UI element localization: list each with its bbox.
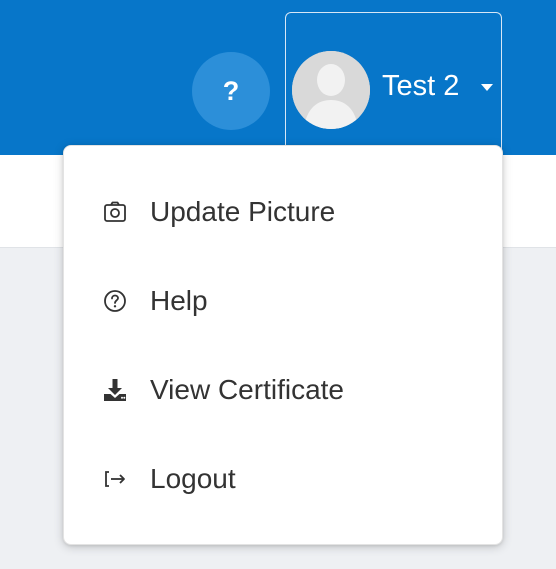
user-menu-trigger[interactable]: Test 2 xyxy=(285,12,502,160)
user-dropdown-menu: Update Picture Help View Certificate Log… xyxy=(63,145,503,545)
menu-item-view-certificate[interactable]: View Certificate xyxy=(64,360,502,420)
menu-item-label: Logout xyxy=(150,463,236,494)
top-header-bar: ? Test 2 xyxy=(0,0,556,160)
help-circle-icon xyxy=(102,288,128,314)
page: ? Test 2 Update Picture Help View Certif… xyxy=(0,0,556,569)
menu-item-label: Help xyxy=(150,285,208,316)
menu-item-update-picture[interactable]: Update Picture xyxy=(64,182,502,242)
user-silhouette-icon xyxy=(292,51,370,129)
caret-down-icon xyxy=(481,84,493,91)
camera-icon xyxy=(102,199,128,225)
question-mark-icon: ? xyxy=(222,75,240,106)
menu-item-label: View Certificate xyxy=(150,374,345,405)
user-name: Test 2 xyxy=(382,70,460,102)
help-button[interactable]: ? xyxy=(192,52,270,130)
menu-item-help[interactable]: Help xyxy=(64,271,502,331)
download-icon xyxy=(102,377,128,403)
logout-icon xyxy=(102,466,128,492)
menu-item-label: Update Picture xyxy=(150,196,336,227)
avatar xyxy=(292,51,370,129)
menu-item-logout[interactable]: Logout xyxy=(64,449,502,509)
